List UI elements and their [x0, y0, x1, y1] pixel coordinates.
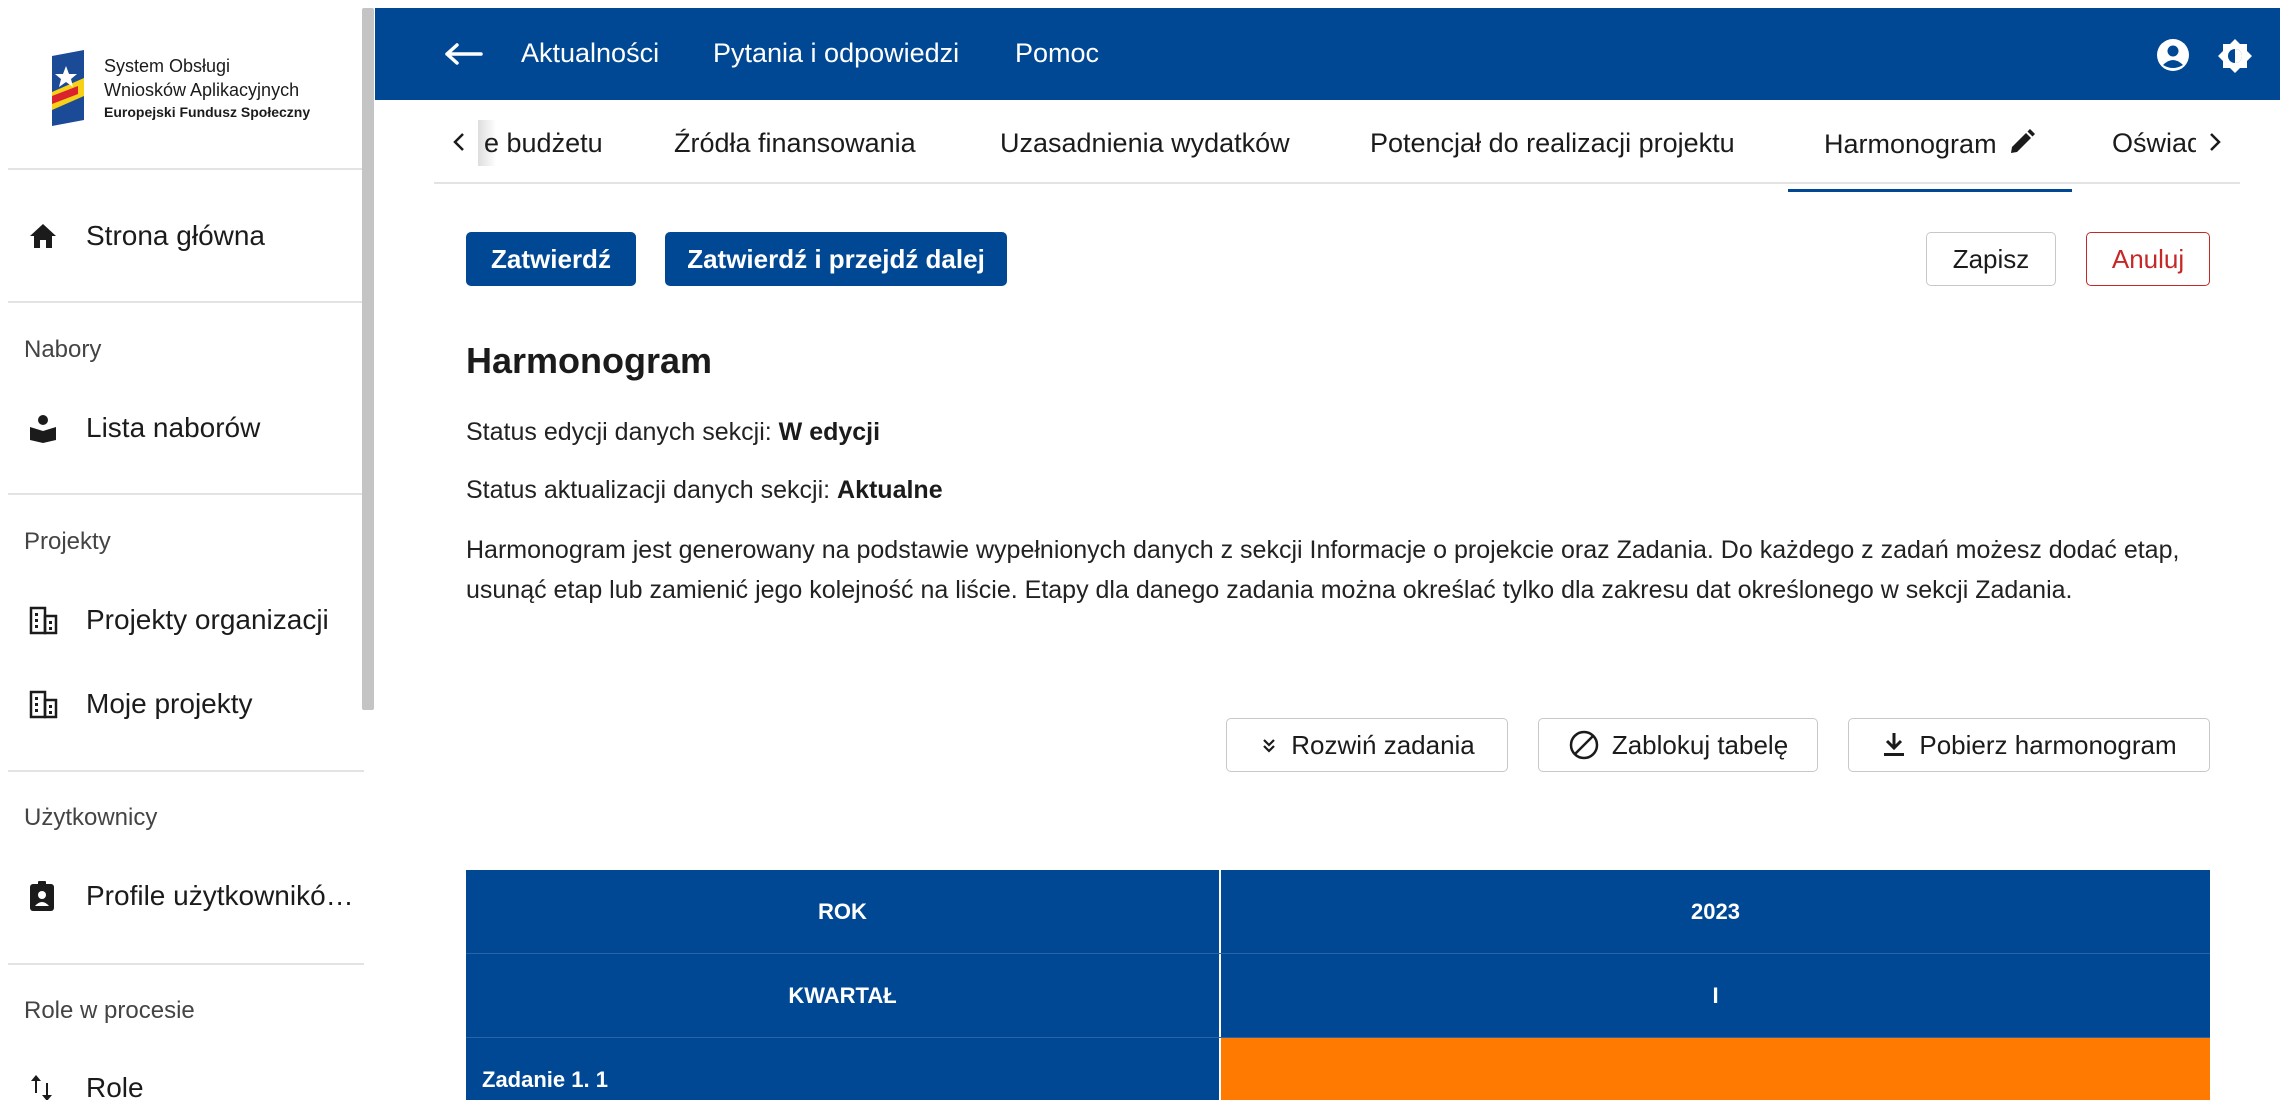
swap-vertical-icon — [28, 1070, 68, 1100]
lock-table-button[interactable]: Zablokuj tabelę — [1538, 718, 1818, 772]
status-update: Status aktualizacji danych sekcji: Aktua… — [466, 476, 943, 505]
tab-declarations[interactable]: Oświad — [2112, 128, 2196, 159]
sidebar-item-label: Profile użytkownikó… — [86, 880, 354, 911]
sidebar-section-title: Projekty — [24, 528, 111, 555]
topbar-link-news[interactable]: Aktualności — [521, 38, 659, 69]
button-label: Pobierz harmonogram — [1919, 729, 2177, 760]
year-value: 2023 — [1221, 870, 2210, 953]
sidebar-divider — [8, 301, 364, 303]
tab-harmonogram[interactable]: Harmonogram — [1787, 128, 2073, 192]
sidebar-item-label: Role — [86, 1072, 144, 1100]
cancel-button[interactable]: Anuluj — [2086, 232, 2210, 286]
status-edit-value: W edycji — [778, 418, 881, 446]
sidebar-item-my-projects[interactable]: Moje projekty — [28, 682, 253, 726]
sidebar-item-home[interactable]: Strona główna — [28, 214, 265, 258]
sidebar-scrollbar[interactable] — [362, 8, 374, 710]
building-icon — [28, 602, 68, 638]
chevron-right-icon[interactable] — [2200, 126, 2230, 158]
tab-expense-justifications[interactable]: Uzasadnienia wydatków — [1000, 128, 1290, 159]
logo-line-3: Europejski Fundusz Społeczny — [104, 104, 311, 120]
schedule-table: ROK 2023 KWARTAŁ I Zadanie 1. 1 — [466, 870, 2210, 1100]
download-icon — [1881, 731, 1907, 759]
status-update-label: Status aktualizacji danych sekcji: — [466, 476, 831, 504]
home-icon — [28, 218, 68, 254]
task-name[interactable]: Zadanie 1. 1 — [466, 1038, 1221, 1100]
topbar-link-faq[interactable]: Pytania i odpowiedzi — [713, 38, 959, 69]
sidebar-item-calls-list[interactable]: Lista naborów — [28, 406, 260, 450]
expand-tasks-button[interactable]: Rozwiń zadania — [1226, 718, 1508, 772]
sidebar-section-title: Użytkownicy — [24, 804, 158, 831]
status-edit: Status edycji danych sekcji: W edycji — [466, 418, 880, 447]
confirm-button[interactable]: Zatwierdź — [466, 232, 636, 286]
building-icon — [28, 686, 68, 722]
book-reader-icon — [28, 410, 68, 446]
tab-budget[interactable]: e budżetu — [484, 128, 603, 159]
double-chevron-down-icon — [1259, 735, 1279, 755]
sidebar-section-title: Role w procesie — [24, 997, 195, 1024]
sidebar-item-label: Lista naborów — [86, 412, 261, 443]
app-logo[interactable]: System Obsługi Wniosków Aplikacyjnych Eu… — [48, 48, 348, 128]
download-schedule-button[interactable]: Pobierz harmonogram — [1848, 718, 2210, 772]
task-timeline-bar[interactable] — [1221, 1038, 2210, 1100]
pencil-icon — [2008, 128, 2036, 163]
year-header: ROK — [466, 870, 1221, 953]
sidebar-divider — [8, 963, 364, 965]
sidebar-item-org-projects[interactable]: Projekty organizacji — [28, 598, 329, 642]
account-circle-icon[interactable] — [2156, 38, 2192, 74]
section-tabs: e budżetu Źródła finansowania Uzasadnien… — [434, 100, 2240, 192]
table-row-year: ROK 2023 — [466, 870, 2210, 954]
sidebar-item-label: Projekty organizacji — [86, 604, 329, 635]
sidebar-divider — [8, 770, 364, 772]
quarter-header: KWARTAŁ — [466, 954, 1221, 1037]
sidebar: System Obsługi Wniosków Aplikacyjnych Eu… — [0, 0, 375, 1100]
contrast-brightness-icon[interactable] — [2217, 38, 2253, 74]
save-button[interactable]: Zapisz — [1926, 232, 2056, 286]
id-badge-icon — [28, 878, 68, 914]
button-label: Zablokuj tabelę — [1611, 729, 1789, 760]
chevron-left-icon[interactable] — [444, 126, 474, 158]
table-row-task[interactable]: Zadanie 1. 1 — [466, 1038, 2210, 1100]
tab-label: Harmonogram — [1824, 129, 1997, 159]
sidebar-item-label: Strona główna — [86, 220, 266, 251]
button-label: Rozwiń zadania — [1291, 729, 1475, 760]
page-title: Harmonogram — [466, 340, 713, 381]
status-update-value: Aktualne — [837, 476, 943, 504]
block-icon — [1568, 729, 1600, 761]
sidebar-item-label: Moje projekty — [86, 688, 253, 719]
table-row-quarter: KWARTAŁ I — [466, 954, 2210, 1038]
eu-flag-logo-icon — [52, 50, 84, 126]
sidebar-item-roles[interactable]: Role — [28, 1066, 144, 1100]
topbar-link-help[interactable]: Pomoc — [1015, 38, 1099, 69]
logo-line-2: Wniosków Aplikacyjnych — [104, 80, 300, 100]
section-description: Harmonogram jest generowany na podstawie… — [466, 536, 2180, 604]
back-arrow-icon[interactable] — [445, 38, 485, 70]
sidebar-divider — [8, 168, 364, 170]
sidebar-divider — [8, 493, 364, 495]
status-edit-label: Status edycji danych sekcji: — [466, 418, 772, 446]
confirm-and-next-button[interactable]: Zatwierdź i przejdź dalej — [665, 232, 1007, 286]
top-bar: Aktualności Pytania i odpowiedzi Pomoc — [375, 8, 2280, 100]
tab-funding-sources[interactable]: Źródła finansowania — [674, 128, 916, 159]
tab-project-potential[interactable]: Potencjał do realizacji projektu — [1370, 128, 1735, 159]
sidebar-item-user-profiles[interactable]: Profile użytkownikó… — [28, 874, 354, 918]
logo-line-1: System Obsługi — [104, 56, 231, 76]
sidebar-section-title: Nabory — [24, 336, 102, 363]
quarter-value: I — [1221, 954, 2210, 1037]
